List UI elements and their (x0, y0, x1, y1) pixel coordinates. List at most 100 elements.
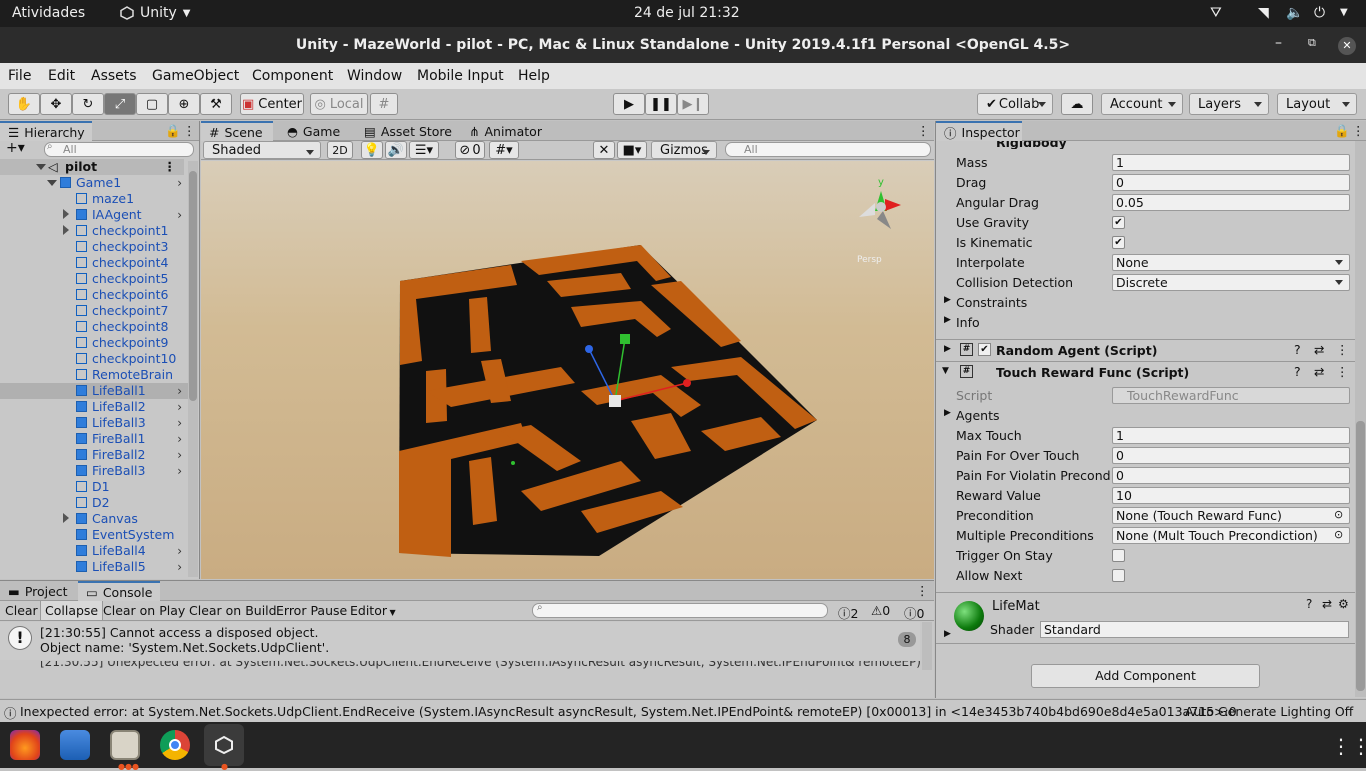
inspector-scroll-thumb[interactable] (1356, 421, 1365, 691)
chevron-right-icon[interactable]: › (177, 208, 182, 222)
lighting-toggle[interactable]: 💡 (361, 141, 383, 159)
shading-mode-dropdown[interactable]: Shaded (203, 141, 321, 159)
lighting-status[interactable]: Auto Generate Lighting Off (1185, 704, 1353, 719)
console-kebab-icon[interactable]: ⋮ (916, 583, 929, 598)
custom-tool-button[interactable]: ⚒ (200, 93, 232, 115)
hierarchy-item[interactable]: LifeBall1 › (0, 383, 188, 399)
object-picker-icon[interactable]: ⊙ (1334, 508, 1343, 521)
warning-count-toggle[interactable]: ⚠0 (871, 603, 890, 618)
tools-toggle[interactable]: ✕ (593, 141, 615, 159)
lock-icon[interactable]: 🔒 (1334, 123, 1350, 139)
hierarchy-item[interactable]: RemoteBrain (0, 367, 188, 383)
hierarchy-item[interactable]: FireBall3 › (0, 463, 188, 479)
caret-right-icon[interactable] (63, 209, 69, 219)
tab-asset-store[interactable]: ▤ Asset Store (356, 121, 460, 141)
hidden-objects-toggle[interactable]: ⊘ 0 (455, 141, 485, 159)
volume-icon[interactable]: 🔈 (1286, 5, 1303, 21)
hierarchy-item[interactable]: checkpoint4 (0, 255, 188, 271)
field-input[interactable]: 10 (1112, 487, 1350, 504)
menu-component[interactable]: Component (252, 68, 333, 84)
chevron-right-icon[interactable]: › (177, 400, 182, 414)
clear-button[interactable]: Clear (5, 603, 38, 618)
console-search-input[interactable] (532, 603, 828, 618)
use-gravity-checkbox[interactable]: ✔ (1112, 216, 1125, 229)
gear-icon[interactable]: ⚙ (1338, 597, 1349, 611)
constraints-foldout[interactable]: ▶ Constraints (936, 293, 1356, 313)
hierarchy-item[interactable]: checkpoint3 (0, 239, 188, 255)
touch-reward-header[interactable]: ▼ # Touch Reward Func (Script) ? ⇄ ⋮ (936, 361, 1366, 383)
hand-tool-button[interactable]: ✋ (8, 93, 40, 115)
grid-snap-button[interactable]: # (370, 93, 398, 115)
layout-dropdown[interactable]: Layout (1277, 93, 1357, 115)
field-input[interactable]: 0 (1112, 174, 1350, 191)
scene-kebab-icon[interactable]: ⋮ (164, 159, 177, 174)
thunderbird-icon[interactable] (60, 730, 90, 760)
scene-search-input[interactable]: All (725, 142, 931, 157)
maximize-icon[interactable]: ⧉ (1308, 36, 1316, 50)
random-agent-enabled-checkbox[interactable]: ✔ (978, 343, 991, 356)
tab-animator[interactable]: ⋔ Animator (461, 121, 550, 141)
rect-tool-button[interactable]: ▢ (136, 93, 168, 115)
chevron-right-icon[interactable]: › (177, 416, 182, 430)
hierarchy-item[interactable]: EventSystem (0, 527, 188, 543)
menu-edit[interactable]: Edit (48, 68, 75, 84)
gizmos-dropdown[interactable]: Gizmos (651, 141, 717, 159)
transform-tool-button[interactable]: ⊕ (168, 93, 200, 115)
hierarchy-item[interactable]: checkpoint1 (0, 223, 188, 239)
menu-mobile-input[interactable]: Mobile Input (417, 68, 504, 84)
hierarchy-item[interactable]: checkpoint6 (0, 287, 188, 303)
shader-dropdown[interactable]: Standard (1040, 621, 1349, 638)
hierarchy-item[interactable]: checkpoint8 (0, 319, 188, 335)
hierarchy-item[interactable]: checkpoint5 (0, 271, 188, 287)
collab-dropdown[interactable]: ✔ Collab (977, 93, 1053, 115)
chevron-right-icon[interactable]: › (177, 464, 182, 478)
preset-icon[interactable]: ⇄ (1314, 342, 1324, 357)
wifi-icon[interactable]: ◥ (1258, 5, 1269, 21)
scene-root-row[interactable]: ◁ pilot ⋮ (0, 159, 184, 175)
files-icon[interactable] (110, 730, 140, 760)
field-input[interactable]: 0 (1112, 447, 1350, 464)
caret-right-icon[interactable]: ▶ (944, 629, 951, 639)
collapse-button[interactable]: Collapse (40, 601, 104, 620)
menu-file[interactable]: File (8, 68, 31, 84)
console-entry[interactable]: ! [21:30:55] Cannot access a disposed ob… (0, 622, 920, 660)
field-input[interactable]: 1 (1112, 427, 1350, 444)
app-menu[interactable]: Unity ▼ (120, 5, 191, 21)
app-grid-icon[interactable]: ⋮⋮⋮ (1331, 734, 1366, 758)
field-input[interactable]: 0 (1112, 467, 1350, 484)
create-button[interactable]: +▾ (6, 140, 25, 156)
component-kebab-icon[interactable]: ⋮ (1336, 342, 1349, 357)
hierarchy-item[interactable]: maze1 (0, 191, 188, 207)
hierarchy-item[interactable]: checkpoint7 (0, 303, 188, 319)
chevron-right-icon[interactable]: › (177, 544, 182, 558)
audio-toggle[interactable]: 🔊 (385, 141, 407, 159)
chevron-right-icon[interactable]: › (177, 448, 182, 462)
hierarchy-scrollbar[interactable] (188, 161, 198, 577)
console-entry-2[interactable]: [21:30:55] Unexpected error: at System.N… (0, 661, 920, 669)
chevron-right-icon[interactable]: › (177, 384, 182, 398)
hierarchy-item[interactable]: LifeBall4 › (0, 543, 188, 559)
close-icon[interactable]: ✕ (1338, 37, 1356, 55)
minimize-icon[interactable]: – (1275, 35, 1282, 51)
agents-foldout[interactable]: ▶ Agents (936, 406, 1356, 426)
kebab-icon[interactable]: ⋮ (1352, 123, 1365, 138)
tab-hierarchy[interactable]: ☰ Hierarchy (0, 121, 92, 141)
interpolate-dropdown[interactable]: None (1112, 254, 1350, 271)
caret-right-icon[interactable] (63, 513, 69, 523)
grid-dropdown[interactable]: #▾ (489, 141, 519, 159)
network-icon[interactable]: ⛛ (1210, 5, 1222, 21)
scene-kebab-icon[interactable]: ⋮ (917, 123, 930, 138)
editor-dropdown[interactable]: Editor ▼ (350, 603, 396, 618)
account-dropdown[interactable]: Account (1101, 93, 1183, 115)
hierarchy-item[interactable]: LifeBall2 › (0, 399, 188, 415)
clear-on-play-button[interactable]: Clear on Play (103, 603, 185, 618)
pivot-center-button[interactable]: ▣ Center (240, 93, 304, 115)
hierarchy-scroll-thumb[interactable] (189, 171, 197, 401)
hierarchy-item[interactable]: checkpoint10 (0, 351, 188, 367)
firefox-icon[interactable] (10, 730, 40, 760)
chrome-icon[interactable] (160, 730, 190, 760)
menu-gameobject[interactable]: GameObject (152, 68, 239, 84)
caret-right-icon[interactable] (63, 225, 69, 235)
pause-button[interactable]: ❚❚ (645, 93, 677, 115)
multi-precondition-field[interactable]: None (Mult Touch Precondiction) (1112, 527, 1350, 544)
